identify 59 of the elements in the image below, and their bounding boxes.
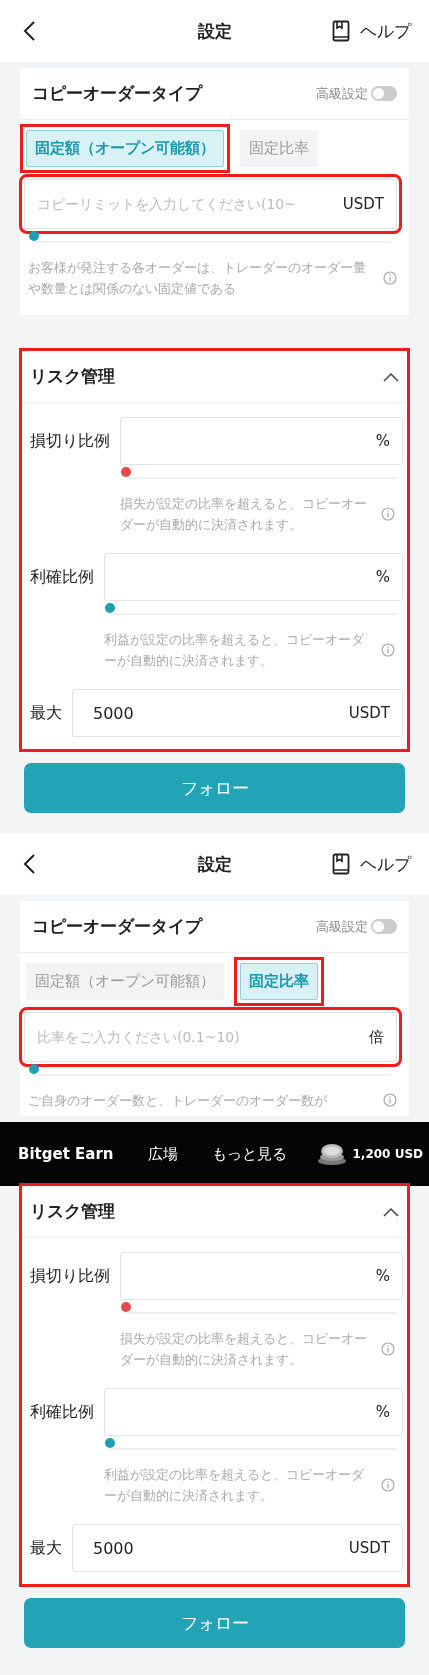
back-button[interactable] [22,20,36,42]
help-button[interactable]: ヘルプ [332,19,411,43]
unit-label: % [375,432,390,450]
brand-name[interactable]: Bitget Earn [18,1145,114,1163]
unit-label: USDT [342,195,384,213]
section-title: コピーオーダータイプ [32,915,202,938]
slider-thumb[interactable] [29,1064,39,1074]
info-icon[interactable] [381,1342,395,1356]
page-title: 設定 [197,852,232,876]
text-input[interactable]: 5000 [85,703,349,723]
book-icon [332,853,350,875]
unit-label: % [375,1403,390,1421]
slider-thumb[interactable] [121,1302,131,1312]
advanced-toggle[interactable] [371,86,397,101]
info-icon[interactable] [381,1478,395,1492]
field-label: 最大 [30,1536,62,1559]
description-text: 損失が設定の比率を超えると、コピーオーダーが自動的に決済されます。 [120,495,368,534]
field-label: 最大 [30,701,62,724]
toggle-label: 高級設定 [316,84,368,103]
nav-link[interactable]: 広場 [147,1144,178,1164]
info-icon[interactable] [381,643,395,657]
unit-label: % [375,1267,390,1285]
slider-thumb[interactable] [105,1438,115,1448]
description-text: 利益が設定の比率を超えると、コピーオーダーが自動的に決済されます。 [104,1466,365,1505]
unit-label: 倍 [369,1027,384,1047]
toggle-label: 高級設定 [316,917,368,936]
nav-link[interactable]: もっと見る [211,1144,287,1164]
text-input[interactable]: 5000 [85,1538,349,1558]
help-button[interactable]: ヘルプ [332,852,411,876]
page-title: 設定 [197,19,232,43]
info-icon[interactable] [381,507,395,521]
slider-thumb[interactable] [29,231,39,241]
text-input[interactable]: 比率をご入力ください(0.1~10) [37,1029,369,1045]
reward-amount: 1,200 USD [352,1147,423,1161]
description-text: お客様が発注する各オーダーは、トレーダーのオーダー量や数量とは関係のない固定値である [28,259,367,298]
collapse-chevron-icon[interactable] [383,371,399,382]
field-label: 利確比例 [30,1400,94,1423]
unit-label: USDT [348,704,390,722]
field-label: 損切り比例 [30,429,110,452]
info-icon[interactable] [383,271,397,285]
unit-label: USDT [348,1539,390,1557]
text-input[interactable]: コピーリミットを入力してください(10~ [37,196,343,212]
section-title: リスク管理 [30,365,115,388]
field-label: 損切り比例 [30,1264,110,1287]
unit-label: % [375,568,390,586]
coin-stack-icon [316,1142,347,1166]
advanced-toggle[interactable] [371,919,397,934]
field-label: 利確比例 [30,565,94,588]
back-button[interactable] [22,853,36,875]
book-icon [332,20,350,42]
slider-thumb[interactable] [105,603,115,613]
description-text: 損失が設定の比率を超えると、コピーオーダーが自動的に決済されます。 [120,1330,368,1369]
section-title: リスク管理 [30,1200,115,1223]
slider-thumb[interactable] [121,467,131,477]
info-icon[interactable] [383,1093,397,1107]
section-title: コピーオーダータイプ [32,82,202,105]
description-text: 利益が設定の比率を超えると、コピーオーダーが自動的に決済されます。 [104,631,365,670]
description-text: ご自身のオーダー数と、トレーダーのオーダー数が [28,1091,328,1110]
collapse-chevron-icon[interactable] [383,1206,399,1217]
